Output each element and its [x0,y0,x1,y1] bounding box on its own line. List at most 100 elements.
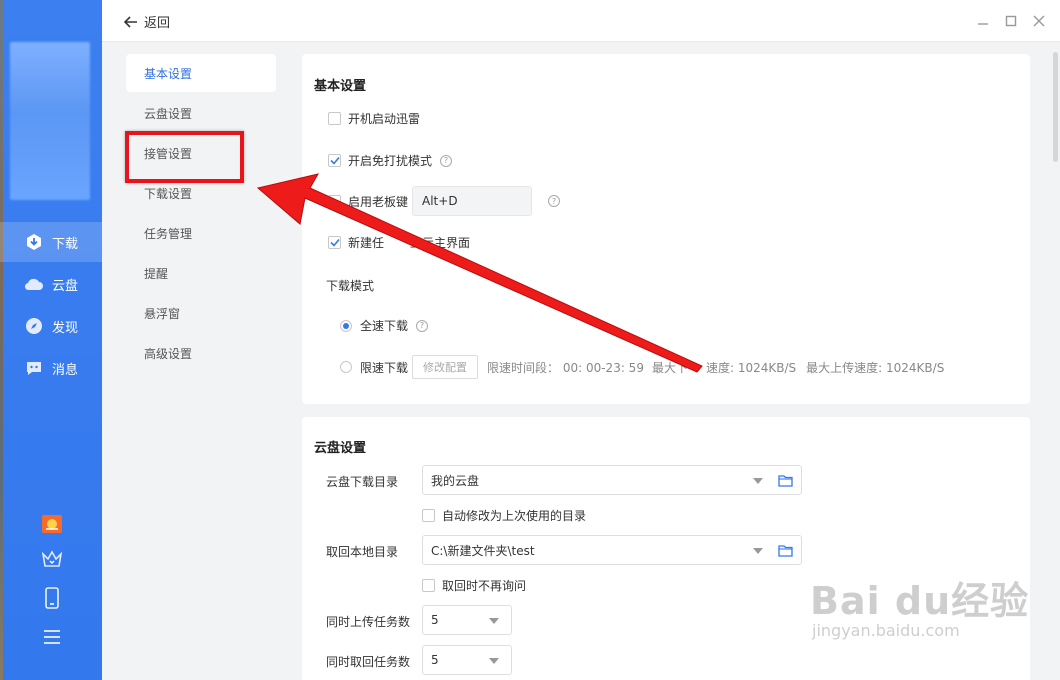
retrieve-tasks-value: 5 [431,653,439,667]
watermark: Bai du经验 jingyan.baidu.com [810,570,1029,640]
crown-icon[interactable] [40,547,64,571]
sidebar-item-label: 下载 [52,236,79,252]
sidebar-item-message[interactable]: 消息 [0,348,102,388]
section-title: 基本设置 [314,79,367,94]
message-icon [24,358,44,378]
maximize-icon[interactable] [1002,12,1020,30]
modify-config-button[interactable]: 修改配置 [412,355,479,379]
tab-label: 云盘设置 [144,106,193,121]
local-dir-select[interactable]: C:\新建文件夹\test [422,535,802,565]
phone-icon[interactable] [40,586,64,610]
folder-icon[interactable] [778,543,793,558]
help-icon[interactable]: ? [440,154,453,167]
limit-period: 限速时间段： 00: 00-23: 59 [487,360,644,375]
avatar[interactable] [10,42,90,200]
tab-reminder[interactable]: 提醒 [126,254,276,292]
cloud-download-dir-value: 我的云盘 [431,473,480,488]
limited-speed-radio[interactable] [340,361,352,373]
upload-tasks-select[interactable]: 5 [422,605,512,635]
max-upload-speed: 最大上传速度: 1024KB/S [806,360,945,375]
chevron-down-icon [489,658,499,664]
download-icon [24,232,44,252]
download-mode-title: 下载模式 [326,279,375,293]
cloud-download-dir-select[interactable]: 我的云盘 [422,465,802,495]
new-task-label-left: 新建任 [348,236,385,250]
checkmark-icon [329,156,340,165]
dnd-label: 开启免打扰模式 [348,154,433,168]
max-download-speed-a: 最大下 [651,360,688,375]
autostart-label: 开机启动迅雷 [348,112,421,126]
chevron-down-icon [753,548,763,554]
cloud-settings-card: 云盘设置 云盘下载目录 我的云盘 自动修改为上次使用的目录 取回本地目录 C:\… [302,417,1030,680]
retrieve-tasks-label: 同时取回任务数 [326,655,411,669]
sidebar-item-cloud[interactable]: 云盘 [0,264,102,304]
folder-icon[interactable] [778,473,793,488]
local-dir-value: C:\新建文件夹\test [431,543,535,558]
compass-icon [24,316,44,336]
tab-label: 悬浮窗 [144,306,181,321]
full-speed-option[interactable]: 全速下载 ? [340,317,429,334]
boss-key-label: 启用老板键 [348,194,409,209]
cloud-download-dir-label: 云盘下载目录 [326,475,399,489]
auto-modify-checkbox[interactable] [422,509,435,522]
sidebar-item-label: 云盘 [52,278,79,294]
basic-settings-card: 基本设置 开机启动迅雷 开启免打扰模式 ? 启用老板键 Alt+D ? 新建任 … [302,54,1030,404]
tab-label: 下载设置 [144,186,193,201]
sidebar-item-label: 消息 [52,362,79,378]
tab-basic-settings[interactable]: 基本设置 [126,54,276,92]
menu-icon[interactable] [40,625,64,649]
retrieve-tasks-select[interactable]: 5 [422,645,512,675]
upload-tasks-label: 同时上传任务数 [326,615,411,629]
section-title: 云盘设置 [314,441,367,456]
no-ask-option[interactable]: 取回时不再询问 [422,577,526,594]
new-task-label-right: 显示主界面 [410,236,471,250]
boss-key-checkbox[interactable] [328,194,341,208]
back-button[interactable]: 返回 [124,12,170,31]
tab-task-management[interactable]: 任务管理 [126,214,276,252]
tab-label: 高级设置 [144,346,193,361]
boss-key-option[interactable]: 启用老板键 Alt+D ? [328,186,561,216]
new-task-option[interactable]: 新建任 显示主界面 [328,234,470,251]
local-dir-label: 取回本地目录 [326,545,399,559]
no-ask-checkbox[interactable] [422,579,435,592]
limited-speed-option[interactable]: 限速下载 修改配置 限速时间段： 00: 00-23: 59 最大下 速度: 1… [340,355,944,379]
autostart-option[interactable]: 开机启动迅雷 [328,110,420,127]
back-label: 返回 [144,16,171,31]
title-bar: 返回 [102,0,1060,42]
auto-modify-option[interactable]: 自动修改为上次使用的目录 [422,507,586,524]
sidebar-item-discover[interactable]: 发现 [0,306,102,346]
chevron-down-icon [489,618,499,624]
highlight-annotation-box [125,131,244,183]
dnd-checkbox[interactable] [328,154,341,167]
upload-tasks-value: 5 [431,613,439,627]
scrollbar[interactable] [1053,52,1058,162]
chevron-down-icon [753,478,763,484]
tab-label: 提醒 [144,266,169,281]
no-ask-label: 取回时不再询问 [442,579,527,593]
tab-advanced-settings[interactable]: 高级设置 [126,334,276,372]
new-task-checkbox[interactable] [328,236,341,249]
watermark-main: Bai du经验 [810,579,1030,623]
tab-floating-window[interactable]: 悬浮窗 [126,294,276,332]
back-arrow-icon [124,15,137,28]
tab-label: 任务管理 [144,226,193,241]
gift-icon[interactable] [40,512,64,536]
autostart-checkbox[interactable] [328,112,341,125]
tab-cloud-settings[interactable]: 云盘设置 [126,94,276,132]
minimize-icon[interactable] [974,12,992,30]
auto-modify-label: 自动修改为上次使用的目录 [442,509,587,523]
main-sidebar: 下载 云盘 发现 消息 [0,0,102,680]
boss-key-input[interactable]: Alt+D [412,186,533,216]
dnd-option[interactable]: 开启免打扰模式 ? [328,152,453,169]
tab-label: 基本设置 [144,66,193,81]
checkmark-icon [329,238,340,247]
cloud-icon [24,274,44,294]
help-icon[interactable]: ? [416,319,429,332]
help-icon[interactable]: ? [548,195,561,207]
close-icon[interactable] [1030,12,1048,30]
full-speed-label: 全速下载 [360,319,409,333]
max-download-speed-b: 速度: 1024KB/S [705,360,797,375]
full-speed-radio[interactable] [340,319,352,332]
sidebar-item-label: 发现 [52,320,79,336]
sidebar-item-download[interactable]: 下载 [0,222,102,262]
